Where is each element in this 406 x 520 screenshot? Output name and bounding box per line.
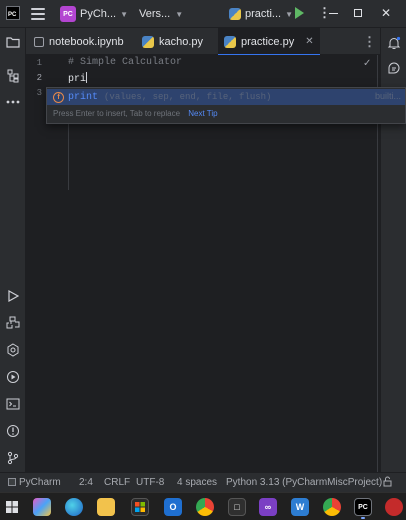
completion-type-hint: builti...: [374, 91, 401, 101]
visual-studio-icon[interactable]: ∞: [259, 498, 277, 516]
tab-label: kacho.py: [159, 35, 204, 48]
word-icon[interactable]: W: [291, 498, 309, 516]
edge-browser-icon[interactable]: [65, 498, 83, 516]
more-tool-windows-icon[interactable]: [5, 94, 21, 110]
python-packages-icon[interactable]: [5, 315, 21, 331]
copilot-icon[interactable]: [33, 498, 51, 516]
text-caret: [86, 72, 88, 83]
outlook-icon[interactable]: O: [164, 498, 182, 516]
inspection-ok-icon[interactable]: ✓: [363, 58, 371, 69]
code-line-current: pri: [68, 72, 88, 85]
app-icon[interactable]: □: [228, 498, 246, 516]
status-caret-position[interactable]: 2:4: [79, 477, 93, 488]
typed-text: pri: [68, 74, 87, 85]
pycharm-taskbar-icon[interactable]: PC: [354, 498, 372, 519]
tab-notebook[interactable]: notebook.ipynb: [28, 28, 130, 55]
line-number: 3: [36, 88, 42, 98]
chevron-down-icon: ▼: [285, 9, 293, 19]
notebook-icon: [34, 36, 44, 47]
completion-hint: Press Enter to insert, Tab to replace: [53, 109, 181, 118]
completion-params: (values, sep, end, file, flush): [104, 92, 272, 102]
windows-taskbar: O □ ∞ W PC: [0, 492, 406, 520]
store-icon[interactable]: [131, 498, 149, 516]
line-number: 2: [36, 73, 42, 83]
status-indent[interactable]: 4 spaces: [177, 477, 217, 488]
status-encoding[interactable]: UTF-8: [136, 477, 164, 488]
project-folder-icon[interactable]: [5, 34, 21, 50]
python-file-icon: [142, 35, 154, 48]
editor-tab-row: notebook.ipynb kacho.py practice.py ✕ ⋮: [26, 28, 380, 56]
file-explorer-icon[interactable]: [97, 498, 115, 516]
completion-name: print: [68, 92, 98, 103]
status-bar: PyCharm 2:4 CRLF UTF-8 4 spaces Python 3…: [0, 472, 406, 492]
project-badge: PC: [60, 6, 76, 22]
chrome-profile-icon[interactable]: [323, 498, 341, 516]
chevron-down-icon: ▼: [175, 9, 184, 19]
next-tip-link[interactable]: Next Tip: [188, 109, 217, 118]
status-project-label: PyCharm: [19, 477, 61, 488]
terminal-icon[interactable]: [5, 396, 21, 412]
record-icon[interactable]: [385, 498, 403, 516]
line-number: 1: [36, 58, 42, 68]
chevron-down-icon: ▼: [120, 9, 128, 19]
project-widget[interactable]: PC PyCh... ▼: [60, 5, 128, 23]
ai-assistant-icon[interactable]: [386, 61, 402, 77]
close-window-button[interactable]: ✕: [378, 4, 394, 22]
run-configuration-selector[interactable]: practi... ▼: [229, 5, 293, 23]
run-icon[interactable]: [295, 7, 304, 19]
function-icon: f: [53, 91, 64, 103]
status-interpreter[interactable]: Python 3.13 (PyCharmMiscProject): [226, 477, 382, 488]
minimize-window-button[interactable]: [325, 4, 341, 22]
main-menu-button[interactable]: [31, 8, 45, 20]
pycharm-icon: [8, 478, 16, 486]
code-comment: # Simple Calculator: [68, 57, 183, 68]
debug-icon[interactable]: [5, 369, 21, 385]
python-icon: [229, 8, 241, 20]
close-tab-icon[interactable]: ✕: [305, 36, 313, 47]
tab-kacho[interactable]: kacho.py: [136, 28, 209, 55]
problems-icon[interactable]: [5, 423, 21, 439]
status-project[interactable]: PyCharm: [8, 477, 61, 488]
python-file-icon: [224, 35, 236, 48]
tab-label: practice.py: [241, 35, 295, 48]
lock-icon[interactable]: [383, 476, 392, 490]
status-line-separator[interactable]: CRLF: [104, 477, 130, 488]
chrome-icon[interactable]: [196, 498, 214, 516]
completion-item[interactable]: f print (values, sep, end, file, flush) …: [47, 89, 405, 105]
run-tool-icon[interactable]: [5, 288, 21, 304]
completion-footer: Press Enter to insert, Tab to replace Ne…: [53, 109, 218, 118]
title-bar: PC PC PyCh... ▼ Vers... ▼ practi... ▼ ⋮ …: [0, 0, 406, 28]
notifications-bell-icon[interactable]: [386, 35, 402, 51]
tab-label: notebook.ipynb: [49, 35, 124, 48]
code-completion-popup: f print (values, sep, end, file, flush) …: [46, 87, 406, 124]
maximize-window-button[interactable]: [350, 4, 366, 22]
left-tool-strip: [0, 28, 26, 472]
project-name: PyCh...: [80, 8, 117, 20]
start-icon[interactable]: [3, 498, 21, 516]
vcs-label: Vers...: [139, 8, 171, 20]
git-icon[interactable]: [5, 450, 21, 466]
run-config-name: practi...: [245, 8, 282, 20]
structure-icon[interactable]: [5, 68, 21, 84]
more-tabs-icon[interactable]: ⋮: [363, 34, 376, 50]
pycharm-logo-icon: PC: [6, 6, 20, 20]
completion-match: print: [68, 91, 99, 103]
tab-practice[interactable]: practice.py ✕: [218, 28, 320, 56]
services-icon[interactable]: [5, 342, 21, 358]
vcs-widget[interactable]: Vers... ▼: [139, 5, 183, 23]
